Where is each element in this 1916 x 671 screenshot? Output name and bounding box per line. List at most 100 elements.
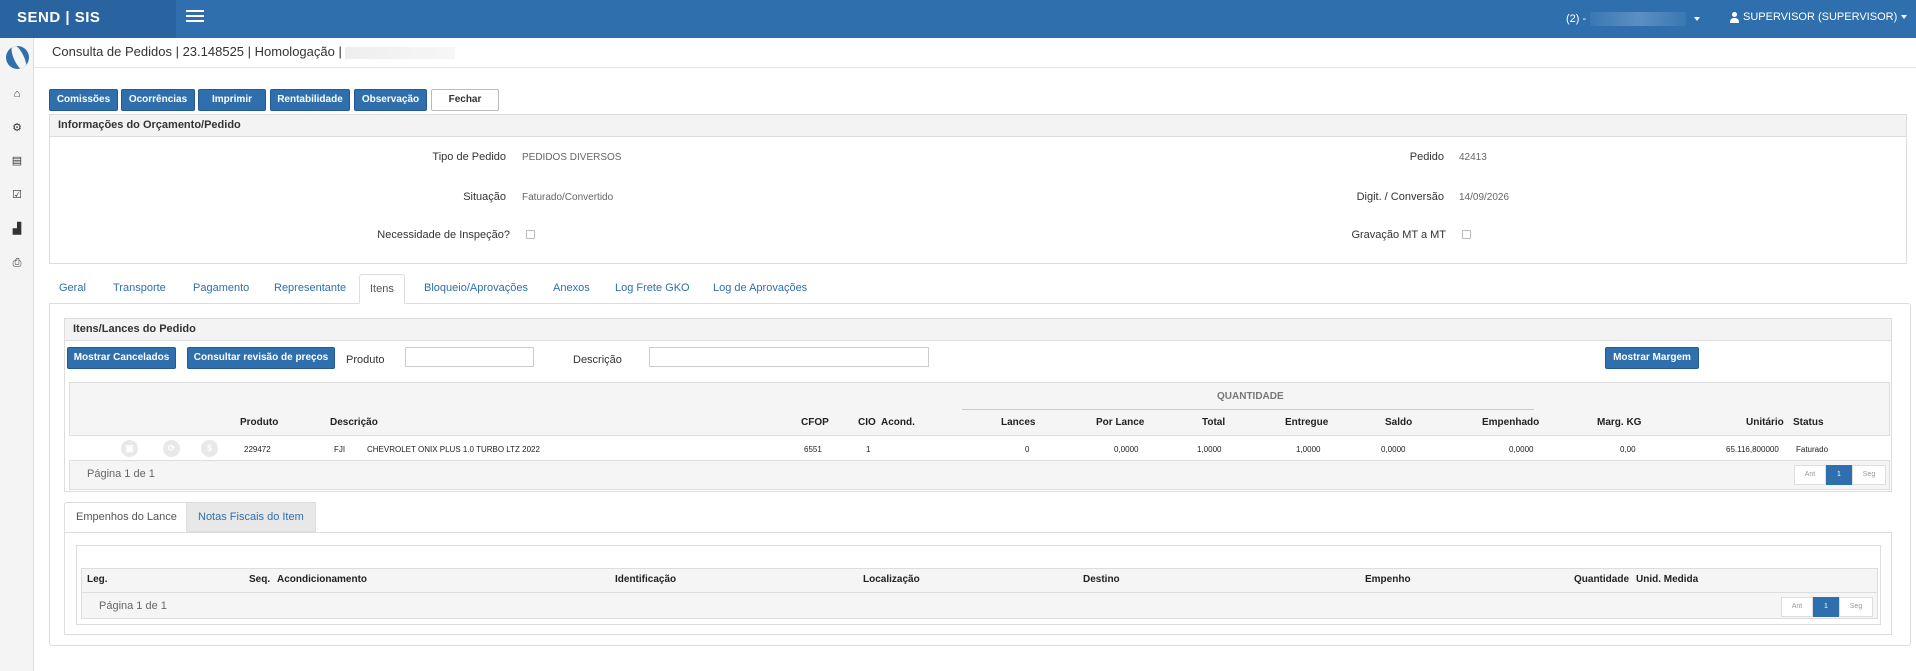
sidebar: ⌂ ⚙ ▤ ☑ ▟ ⎙	[0, 38, 34, 671]
col-descricao: Descrição	[330, 417, 378, 428]
inspecao-checkbox[interactable]	[526, 230, 535, 239]
cell-produto: 229472	[244, 445, 271, 454]
chevron-down-icon	[1901, 15, 1908, 20]
tipo-pedido-value: PEDIDOS DIVERSOS	[522, 152, 622, 163]
tab-geral[interactable]: Geral	[49, 274, 96, 304]
rentabilidade-button[interactable]: Rentabilidade	[270, 89, 350, 111]
col-quantidade: Quantidade	[1574, 574, 1630, 585]
brand-logo[interactable]: SEND | SIS	[0, 0, 176, 38]
situacao-label: Situação	[463, 191, 506, 203]
pedido-value: 42413	[1459, 152, 1487, 163]
user-menu[interactable]: SUPERVISOR (SUPERVISOR)	[1730, 11, 1908, 23]
col-leg: Leg.	[87, 574, 108, 585]
cell-empenhado: 0,0000	[1509, 445, 1534, 454]
descricao-filter-input[interactable]	[649, 347, 929, 367]
col-empenho: Empenho	[1365, 574, 1411, 585]
checklist-icon[interactable]: ☑	[11, 189, 23, 201]
menu-toggle-icon[interactable]	[186, 10, 204, 24]
col-entregue: Entregue	[1285, 417, 1329, 428]
col-lances: Lances	[1001, 417, 1036, 428]
inspecao-label: Necessidade de Inspeção?	[377, 229, 510, 241]
cart-icon[interactable]: ▤	[11, 155, 23, 167]
gears-icon[interactable]: ⚙	[11, 122, 23, 134]
mostrar-cancelados-button[interactable]: Mostrar Cancelados	[67, 347, 176, 369]
col-cfop: CFOP	[801, 417, 829, 428]
pager-next[interactable]: Seg	[1852, 465, 1886, 485]
cell-status: Faturado	[1796, 445, 1829, 454]
items-pagination: Página 1 de 1	[87, 468, 155, 480]
print-icon[interactable]: ⎙	[11, 257, 23, 269]
imprimir-button[interactable]: Imprimir	[198, 89, 266, 111]
logo-icon[interactable]	[6, 46, 29, 69]
empenhos-divider	[81, 592, 1878, 593]
fechar-button[interactable]: Fechar	[431, 89, 499, 111]
comissoes-button[interactable]: Comissões	[49, 89, 118, 111]
gravacao-label: Gravação MT a MT	[1351, 229, 1446, 241]
empenhos-pager-page-1[interactable]: 1	[1813, 597, 1839, 617]
view-icon[interactable]: ▣	[121, 440, 138, 457]
order-info-panel: Informações do Orçamento/Pedido	[49, 114, 1907, 264]
user-label: SUPERVISOR (SUPERVISOR)	[1743, 11, 1898, 23]
col-acond: Acond.	[881, 417, 915, 428]
col-acondicionamento: Acondicionamento	[277, 574, 368, 585]
company-selector[interactable]: (2) -	[1566, 12, 1701, 26]
pager-prev[interactable]: Ant	[1794, 465, 1826, 485]
home-icon[interactable]: ⌂	[11, 88, 23, 100]
digit-conversao-value: 14/09/2026	[1459, 192, 1510, 203]
empenhos-pager-next[interactable]: Seg	[1839, 597, 1873, 617]
produto-filter-input[interactable]	[405, 347, 534, 367]
cell-lances: 0	[1025, 445, 1030, 454]
digit-conversao-label: Digit. / Conversão	[1356, 191, 1444, 203]
history-icon[interactable]: ⟳	[163, 440, 180, 457]
order-info-heading: Informações do Orçamento/Pedido	[50, 115, 1906, 137]
quantidade-group-header: QUANTIDADE	[1217, 391, 1284, 402]
dollar-icon[interactable]: $	[201, 440, 218, 457]
tab-pagamento[interactable]: Pagamento	[183, 274, 259, 304]
top-bar: SEND | SIS (2) - SUPERVISOR (SUPERVISOR)	[0, 0, 1916, 38]
chevron-down-icon	[1694, 17, 1701, 21]
tab-representante[interactable]: Representante	[264, 274, 356, 304]
cell-saldo: 0,0000	[1381, 445, 1406, 454]
col-saldo: Saldo	[1385, 417, 1413, 428]
col-status: Status	[1793, 417, 1824, 428]
pager-page-1[interactable]: 1	[1826, 465, 1852, 485]
observacao-button[interactable]: Observação	[354, 89, 427, 111]
pedido-label: Pedido	[1409, 151, 1444, 163]
cell-descricao: CHEVROLET ONIX PLUS 1.0 TURBO LTZ 2022	[367, 445, 540, 454]
tab-itens[interactable]: Itens	[359, 274, 405, 304]
empenhos-pagination: Página 1 de 1	[99, 600, 167, 612]
tab-empenhos-lance[interactable]: Empenhos do Lance	[64, 502, 189, 532]
gravacao-checkbox[interactable]	[1462, 230, 1471, 239]
consultar-revisao-button[interactable]: Consultar revisão de preços	[187, 347, 335, 369]
page-title: Consulta de Pedidos | 23.148525 | Homolo…	[52, 44, 342, 59]
tab-log-aprovacoes[interactable]: Log de Aprovações	[703, 274, 817, 304]
col-total: Total	[1202, 417, 1226, 428]
cell-unitario: 65.116,800000	[1726, 445, 1779, 454]
cell-por-lance: 0,0000	[1114, 445, 1139, 454]
situacao-value: Faturado/Convertido	[522, 192, 614, 203]
factory-icon[interactable]: ▟	[11, 223, 23, 235]
tab-anexos[interactable]: Anexos	[543, 274, 600, 304]
col-marg-kg: Marg. KG	[1597, 417, 1642, 428]
cell-entregue: 1,0000	[1296, 445, 1321, 454]
tab-log-frete-gko[interactable]: Log Frete GKO	[605, 274, 700, 304]
col-cio: CIO	[858, 417, 876, 428]
tab-transporte[interactable]: Transporte	[103, 274, 176, 304]
col-unitario: Unitário	[1746, 417, 1784, 428]
cell-total: 1,0000	[1197, 445, 1222, 454]
user-icon	[1730, 11, 1739, 23]
tipo-pedido-label: Tipo de Pedido	[432, 151, 506, 163]
ocorrencias-button[interactable]: Ocorrências	[121, 89, 195, 111]
col-localizacao: Localização	[863, 574, 920, 585]
company-name-redacted	[1590, 12, 1687, 26]
col-por-lance: Por Lance	[1096, 417, 1145, 428]
mostrar-margem-button[interactable]: Mostrar Margem	[1605, 347, 1699, 369]
company-prefix: (2) -	[1566, 12, 1587, 25]
tab-bloqueio-aprovacoes[interactable]: Bloqueio/Aprovações	[414, 274, 538, 304]
empenhos-pager-prev[interactable]: Ant	[1781, 597, 1813, 617]
tab-notas-fiscais-item[interactable]: Notas Fiscais do Item	[186, 502, 316, 532]
items-heading: Itens/Lances do Pedido	[65, 319, 1891, 341]
col-seq: Seq.	[249, 574, 271, 585]
descricao-filter-label: Descrição	[573, 354, 622, 366]
cell-cfop: 6551	[804, 445, 822, 454]
